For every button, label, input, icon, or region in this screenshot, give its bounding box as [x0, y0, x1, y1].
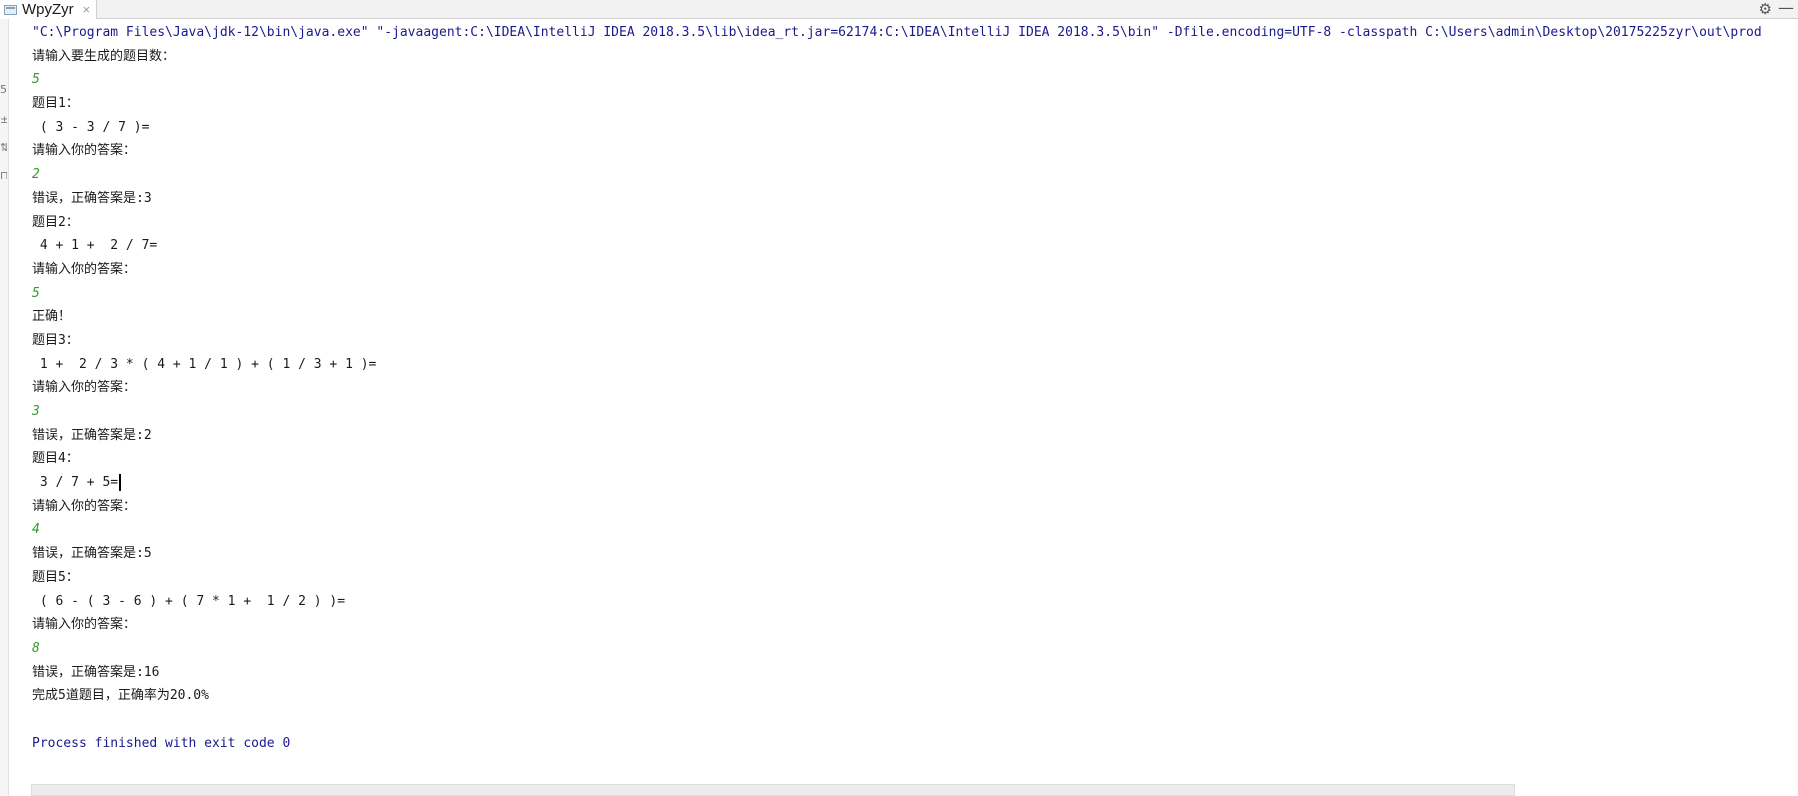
console-line-output: 请输入要生成的题目数：: [32, 48, 176, 64]
console-line-input: 8: [32, 640, 40, 656]
console-line-output: 完成5道题目，正确率为20.0%: [32, 688, 209, 704]
scrollbar-track-end: [1515, 784, 1798, 796]
rerun-icon[interactable]: 5: [0, 83, 7, 97]
minimize-icon[interactable]: —: [1778, 0, 1794, 16]
console-line-input: 5: [32, 72, 40, 88]
console-line-output: 3 / 7 + 5=: [32, 471, 1798, 495]
console-line-input: 4: [32, 522, 40, 538]
console-line-output: 题目5：: [32, 569, 79, 585]
console-side-toolbar: 5 ± ⇅ ⊓: [0, 19, 9, 796]
console-line-output: 错误，正确答案是:5: [32, 546, 152, 562]
console-line-output: ( 3 - 3 / 7 )=: [32, 119, 150, 135]
soft-wrap-icon[interactable]: ⇅: [0, 141, 7, 155]
stop-icon[interactable]: ±: [0, 113, 7, 127]
console-line-output: 正确！: [32, 309, 72, 325]
console-output[interactable]: "C:\Program Files\Java\jdk-12\bin\java.e…: [32, 21, 1798, 761]
console-line-output: ( 6 - ( 3 - 6 ) + ( 7 * 1 + 1 / 2 ) )=: [32, 593, 346, 609]
console-line-output: 1 + 2 / 3 * ( 4 + 1 / 1 ) + ( 1 / 3 + 1 …: [32, 356, 377, 372]
console-line-output: 4 + 1 + 2 / 7=: [32, 238, 158, 254]
console-line-output: 错误，正确答案是:3: [32, 190, 152, 206]
run-tab-wpyzyr[interactable]: WpyZyr ×: [0, 0, 98, 19]
console-line-output: 题目4：: [32, 451, 79, 467]
console-line-output: 请输入你的答案：: [32, 617, 137, 633]
console-line-input: 3: [32, 404, 40, 419]
console-line-output: 请输入你的答案：: [32, 380, 137, 396]
console-line-output: 题目1：: [32, 96, 79, 112]
console-line-input: 2: [32, 167, 40, 183]
console-line-process: Process finished with exit code 0: [32, 735, 291, 751]
tool-window-tab-bar: WpyZyr × ⚙ —: [0, 0, 1798, 19]
console-line-output: 错误，正确答案是:2: [32, 427, 152, 443]
horizontal-scrollbar[interactable]: [31, 784, 1515, 796]
run-tab-title: WpyZyr: [22, 1, 74, 18]
gear-icon[interactable]: ⚙: [1759, 0, 1772, 18]
close-icon[interactable]: ×: [83, 3, 91, 16]
console-line-output: 错误，正确答案是:16: [32, 664, 160, 680]
console-line-output: 题目2：: [32, 214, 79, 230]
console-line-cmd: "C:\Program Files\Java\jdk-12\bin\java.e…: [32, 25, 1762, 40]
console-line-output: 请输入你的答案：: [32, 498, 137, 514]
console-line-output: 请输入你的答案：: [32, 143, 137, 159]
console-icon: [4, 4, 17, 15]
console-line-output: 题目3：: [32, 332, 79, 348]
text-caret: [119, 474, 122, 492]
console-line-input: 5: [32, 285, 40, 301]
print-icon[interactable]: ⊓: [0, 169, 7, 183]
console-line-output: 请输入你的答案：: [32, 261, 137, 277]
